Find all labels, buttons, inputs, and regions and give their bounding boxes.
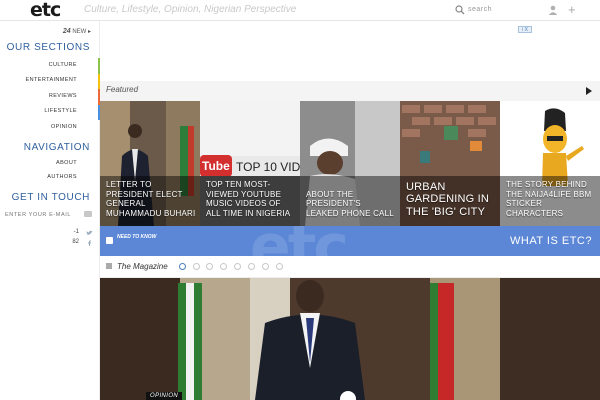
tile-caption: URBAN GARDENING IN THE 'BIG' CITY — [406, 180, 490, 218]
sidebar-item-authors[interactable]: AUTHORS — [47, 174, 77, 180]
sidebar-item-reviews[interactable]: REVIEWS — [49, 93, 77, 99]
featured-tile[interactable]: THE STORY BEHIND THE NAIJA4LIFE BBM STIC… — [500, 101, 600, 226]
featured-bar: Featured — [100, 81, 600, 101]
sidebar-item-entertainment[interactable]: ENTERTAINMENT — [26, 77, 77, 83]
comment-icon[interactable] — [206, 263, 213, 270]
search-icon[interactable] — [455, 5, 465, 15]
top10-overlay-text: TOP 10 VID — [236, 160, 300, 174]
tile-caption: LETTER TO PRESIDENT ELECT GENERAL MUHAMM… — [106, 180, 196, 218]
ad-area: i X — [100, 21, 600, 81]
play-icon[interactable] — [586, 87, 592, 95]
eye-icon[interactable] — [193, 263, 200, 270]
clock-icon[interactable] — [179, 263, 186, 270]
magazine-label: The Magazine — [117, 262, 168, 271]
navigation-heading: NAVIGATION — [23, 142, 90, 153]
featured-tile[interactable]: URBAN GARDENING IN THE 'BIG' CITY — [400, 101, 500, 226]
bar-chart-icon[interactable] — [220, 263, 227, 270]
scroll-indicator-icon[interactable] — [340, 391, 356, 400]
plus-icon[interactable]: + — [568, 3, 576, 16]
need-to-know-label: NEED TO KNOW — [117, 234, 157, 240]
magazine-bar: The Magazine — [100, 256, 600, 278]
arrow-right-icon: ▸ — [87, 29, 91, 35]
sidebar: 24 NEW ▸ OUR SECTIONS CULTURE ENTERTAINM… — [0, 21, 100, 400]
sections-heading: OUR SECTIONS — [6, 42, 90, 53]
tile-caption: THE STORY BEHIND THE NAIJA4LIFE BBM STIC… — [506, 180, 592, 218]
site-tagline: Culture, Lifestyle, Opinion, Nigerian Pe… — [84, 4, 297, 15]
envelope-icon[interactable] — [84, 211, 92, 217]
facebook-icon[interactable] — [86, 240, 93, 246]
heart-icon[interactable] — [248, 263, 255, 270]
featured-tile[interactable]: LETTER TO PRESIDENT ELECT GENERAL MUHAMM… — [100, 101, 200, 226]
site-logo[interactable]: etc — [30, 0, 61, 21]
page: etc Culture, Lifestyle, Opinion, Nigeria… — [0, 0, 600, 400]
sidebar-item-lifestyle[interactable]: LIFESTYLE — [44, 108, 77, 114]
user-icon[interactable] — [548, 5, 558, 15]
featured-tile[interactable]: ABOUT THE PRESIDENT'S LEAKED PHONE CALL — [300, 101, 400, 226]
get-in-touch-heading: GET IN TOUCH — [11, 192, 90, 203]
ad-choices-badge[interactable]: i X — [518, 26, 532, 33]
thumbs-up-icon — [106, 237, 113, 244]
twitter-icon[interactable] — [86, 230, 93, 236]
share-icon[interactable] — [234, 263, 241, 270]
tile-caption: ABOUT THE PRESIDENT'S LEAKED PHONE CALL — [306, 189, 394, 218]
what-is-etc-button[interactable]: WHAT IS ETC? — [510, 235, 592, 247]
magazine-icon — [106, 263, 112, 269]
new-label: NEW — [72, 29, 87, 35]
featured-label: Featured — [106, 85, 139, 94]
tile-caption: TOP TEN MOST-VIEWED YOUTUBE MUSIC VIDEOS… — [206, 180, 291, 218]
search-input[interactable]: search — [468, 6, 492, 13]
chat-icon[interactable] — [262, 263, 269, 270]
facebook-count: 82 — [72, 239, 79, 245]
sidebar-item-culture[interactable]: CULTURE — [49, 62, 77, 68]
hero-photo — [100, 278, 600, 400]
etc-watermark: etc — [250, 226, 349, 256]
sidebar-item-opinion[interactable]: OPINION — [51, 124, 77, 130]
sidebar-item-about[interactable]: ABOUT — [56, 160, 77, 166]
featured-tile[interactable]: Tube TOP 10 VID TOP TEN MOST-VIEWED YOUT… — [200, 101, 300, 226]
need-to-know-bar: etc NEED TO KNOW WHAT IS ETC? — [100, 226, 600, 256]
twitter-count: -1 — [73, 229, 79, 235]
email-field[interactable] — [5, 210, 85, 220]
new-posts-badge[interactable]: 24 NEW ▸ — [63, 28, 91, 35]
opinion-tag[interactable]: OPINION — [146, 392, 183, 400]
hero-article[interactable]: OPINION — [100, 278, 600, 400]
new-count: 24 — [62, 28, 71, 35]
youtube-overlay-text: Tube — [202, 159, 230, 173]
top-bar: etc Culture, Lifestyle, Opinion, Nigeria… — [0, 0, 600, 21]
sort-icon[interactable] — [276, 263, 283, 270]
